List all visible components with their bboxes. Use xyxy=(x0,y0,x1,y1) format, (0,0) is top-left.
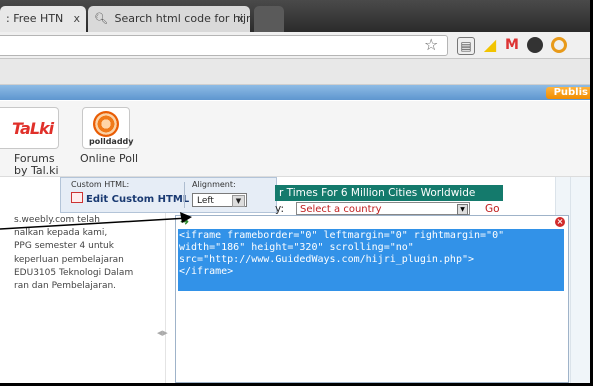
circle-icon[interactable] xyxy=(527,37,543,53)
edit-custom-html-label: Edit Custom HTML xyxy=(86,194,190,205)
code-line: <iframe frameborder="0" leftmargin="0" r… xyxy=(179,230,505,241)
screenshot-icon[interactable]: ▤ xyxy=(457,37,475,55)
polldaddy-logo: polldaddy xyxy=(89,137,134,146)
prayer-widget-header: r Times For 6 Million Cities Worldwide xyxy=(275,185,503,201)
paragraph-line: s.weebly.com telah xyxy=(14,215,100,225)
url-input[interactable]: ☆ xyxy=(0,35,448,56)
code-line: </iframe> xyxy=(179,265,234,277)
divider xyxy=(184,182,185,208)
paragraph-line: ran dan Pembelajaran. xyxy=(14,281,117,292)
talki-forums-element[interactable]: TaLki xyxy=(0,107,59,149)
arrow-right-icon[interactable]: ➜ xyxy=(180,216,189,228)
edit-html-icon xyxy=(71,192,83,203)
column-resize-handle[interactable]: ◀▶ xyxy=(157,329,168,337)
polldaddy-element[interactable]: polldaddy xyxy=(82,107,134,149)
code-line: width="186" height="320" scrolling="no" xyxy=(179,241,414,253)
country-select-value: Select a country xyxy=(300,204,382,215)
body-paragraph[interactable]: s.weebly.com telah nalkan kepada kami, P… xyxy=(14,214,133,293)
edit-custom-html-button[interactable]: Edit Custom HTML xyxy=(71,192,189,205)
chevron-down-icon: ▼ xyxy=(232,195,245,207)
pacman-icon[interactable]: ◢ xyxy=(482,37,498,53)
paragraph-line: nalkan kepada kami, xyxy=(14,228,108,239)
talki-label: Forums by Tal.ki xyxy=(14,153,59,177)
orange-ring-icon[interactable] xyxy=(551,37,567,53)
chevron-down-icon: ▼ xyxy=(457,204,468,215)
country-select[interactable]: Select a country ▼ xyxy=(296,202,470,215)
polldaddy-icon xyxy=(93,111,119,137)
editor-toolbar: Publis xyxy=(0,85,590,100)
tab-close-icon[interactable]: x xyxy=(73,6,80,32)
code-textarea[interactable]: <iframe frameborder="0" leftmargin="0" r… xyxy=(179,230,504,278)
tab-title: Search html code for hijri xyxy=(114,12,250,25)
tab-close-icon[interactable]: x xyxy=(237,6,244,32)
alignment-title: Alignment: xyxy=(192,180,236,189)
alignment-select[interactable]: Left ▼ xyxy=(192,193,247,207)
new-tab-button[interactable] xyxy=(254,6,284,32)
custom-html-code-editor[interactable]: ➜ × <iframe frameborder="0" leftmargin="… xyxy=(175,215,569,383)
code-editor-header: ➜ × xyxy=(176,216,568,228)
search-icon: 🔍︎ xyxy=(94,12,108,25)
tab-title: : Free HTN xyxy=(6,12,64,25)
talki-logo: TaLki xyxy=(12,119,54,138)
browser-address-bar: ☆ ▤ ◢ M xyxy=(0,32,590,59)
alignment-value: Left xyxy=(197,196,214,206)
paragraph-line: PPG semester 4 untuk xyxy=(14,241,114,252)
browser-tab-free-html[interactable]: : Free HTN x xyxy=(0,6,86,32)
paragraph-line: EDU3105 Teknologi Dalam xyxy=(14,267,134,278)
poll-label: Online Poll xyxy=(80,152,139,165)
talki-label-line2: by Tal.ki xyxy=(14,164,59,177)
code-line: src="http://www.GuidedWays.com/hijri_plu… xyxy=(179,253,475,265)
custom-html-title: Custom HTML: xyxy=(71,180,130,189)
close-icon[interactable]: × xyxy=(555,217,565,227)
elements-panel: TaLki Forums by Tal.ki polldaddy Online … xyxy=(0,101,590,177)
bookmarks-bar xyxy=(0,59,590,85)
browser-tab-strip: : Free HTN x 🔍︎ Search html code for hij… xyxy=(0,0,590,32)
browser-tab-search[interactable]: 🔍︎ Search html code for hijri x xyxy=(88,6,250,32)
star-icon[interactable]: ☆ xyxy=(424,35,438,54)
gmail-icon[interactable]: M xyxy=(504,37,520,53)
divider xyxy=(570,177,571,383)
publish-button[interactable]: Publis xyxy=(545,87,590,99)
paragraph-line: keperluan pembelajaran xyxy=(14,254,124,265)
custom-html-toolbar: Custom HTML: Edit Custom HTML Alignment:… xyxy=(60,177,277,213)
screenshot-frame: : Free HTN x 🔍︎ Search html code for hij… xyxy=(0,0,593,386)
